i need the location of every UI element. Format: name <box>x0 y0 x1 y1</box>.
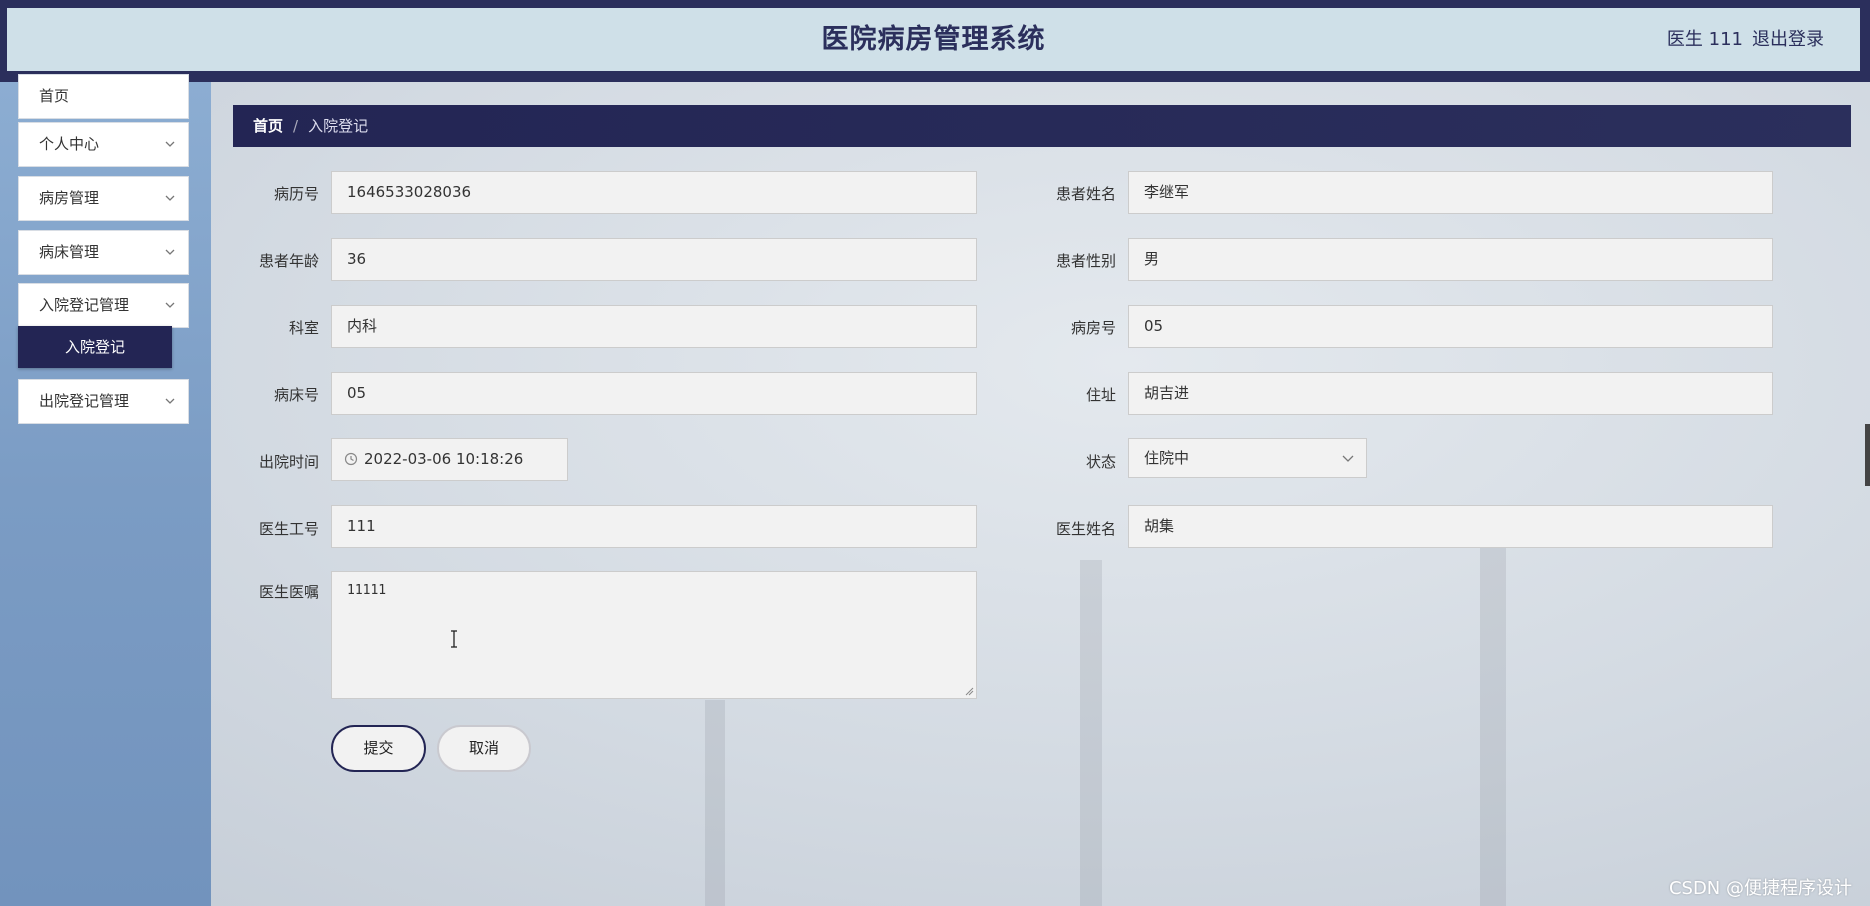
ward-no-input[interactable]: 05 <box>1128 305 1773 348</box>
chevron-down-icon <box>1342 455 1354 462</box>
discharge-time-label: 出院时间 <box>258 453 319 471</box>
record-no-label: 病历号 <box>273 185 319 203</box>
department-input[interactable]: 内科 <box>331 305 977 348</box>
patient-gender-input[interactable]: 男 <box>1128 238 1773 281</box>
department-label: 科室 <box>288 319 319 337</box>
patient-name-input[interactable]: 李继军 <box>1128 171 1773 214</box>
address-input[interactable]: 胡吉进 <box>1128 372 1773 415</box>
submit-button[interactable]: 提交 <box>331 725 426 772</box>
patient-age-label: 患者年龄 <box>258 252 319 270</box>
record-no-input[interactable]: 1646533028036 <box>331 171 977 214</box>
background-decoration <box>1080 560 1102 906</box>
sidebar-item-label: 病房管理 <box>39 189 100 207</box>
background-decoration <box>1480 520 1506 906</box>
sidebar-subitem-admission[interactable]: 入院登记 <box>18 326 172 368</box>
top-header: 医院病房管理系统 医生 111 退出登录 <box>0 0 1870 82</box>
doctor-name-input[interactable]: 胡集 <box>1128 505 1773 548</box>
status-select[interactable]: 住院中 <box>1128 438 1367 478</box>
watermark: CSDN @便捷程序设计 <box>1668 878 1852 899</box>
doctor-id-input[interactable]: 111 <box>331 505 977 548</box>
sidebar-item-home[interactable]: 首页 <box>18 74 189 119</box>
sidebar-item-label: 个人中心 <box>39 135 100 153</box>
chevron-down-icon <box>165 141 175 147</box>
bed-no-input[interactable]: 05 <box>331 372 977 415</box>
header-panel: 医院病房管理系统 医生 111 退出登录 <box>7 8 1860 71</box>
doctor-name-label: 医生姓名 <box>1055 520 1116 538</box>
discharge-time-value: 2022-03-06 10:18:26 <box>364 450 524 468</box>
sidebar-item-label: 病床管理 <box>39 243 100 261</box>
sidebar: 首页 个人中心 病房管理 病床管理 入院登记管理 入院登记 出院登记管理 <box>0 74 211 906</box>
doctor-id-label: 医生工号 <box>258 520 319 538</box>
text-cursor-icon <box>451 630 457 648</box>
patient-gender-label: 患者性别 <box>1055 252 1116 270</box>
chevron-down-icon <box>165 195 175 201</box>
chevron-down-icon <box>165 398 175 404</box>
status-label: 状态 <box>1085 453 1116 471</box>
app-title: 医院病房管理系统 <box>821 24 1046 55</box>
resize-grip-icon[interactable] <box>964 686 974 696</box>
sidebar-item-personal-center[interactable]: 个人中心 <box>18 122 189 167</box>
ward-no-label: 病房号 <box>1070 319 1116 337</box>
doctor-advice-value: 11111 <box>347 583 387 598</box>
clock-icon <box>344 452 358 466</box>
sidebar-item-admission-management[interactable]: 入院登记管理 <box>18 283 189 328</box>
patient-age-input[interactable]: 36 <box>331 238 977 281</box>
sidebar-item-label: 出院登记管理 <box>39 392 130 410</box>
status-selected-value: 住院中 <box>1144 449 1190 467</box>
sidebar-item-bed-management[interactable]: 病床管理 <box>18 230 189 275</box>
discharge-time-picker[interactable]: 2022-03-06 10:18:26 <box>331 438 568 481</box>
breadcrumb-current: 入院登记 <box>308 117 369 135</box>
sidebar-item-discharge-management[interactable]: 出院登记管理 <box>18 379 189 424</box>
sidebar-item-ward-management[interactable]: 病房管理 <box>18 176 189 221</box>
breadcrumb: 首页 / 入院登记 <box>233 105 1851 147</box>
breadcrumb-home[interactable]: 首页 <box>253 117 283 135</box>
background-decoration <box>705 700 725 906</box>
chevron-down-icon <box>165 302 175 308</box>
scrollbar-thumb[interactable] <box>1865 424 1870 486</box>
chevron-down-icon <box>165 249 175 255</box>
doctor-advice-label: 医生医嘱 <box>258 583 319 601</box>
sidebar-item-label: 入院登记管理 <box>39 296 130 314</box>
address-label: 住址 <box>1085 386 1116 404</box>
cancel-button[interactable]: 取消 <box>437 725 531 772</box>
sidebar-item-label: 首页 <box>39 87 70 105</box>
breadcrumb-separator: / <box>293 117 299 135</box>
current-user: 医生 111 <box>1666 29 1743 50</box>
doctor-advice-textarea[interactable]: 11111 <box>331 571 977 699</box>
logout-link[interactable]: 退出登录 <box>1752 8 1824 71</box>
patient-name-label: 患者姓名 <box>1055 185 1116 203</box>
bed-no-label: 病床号 <box>273 386 319 404</box>
